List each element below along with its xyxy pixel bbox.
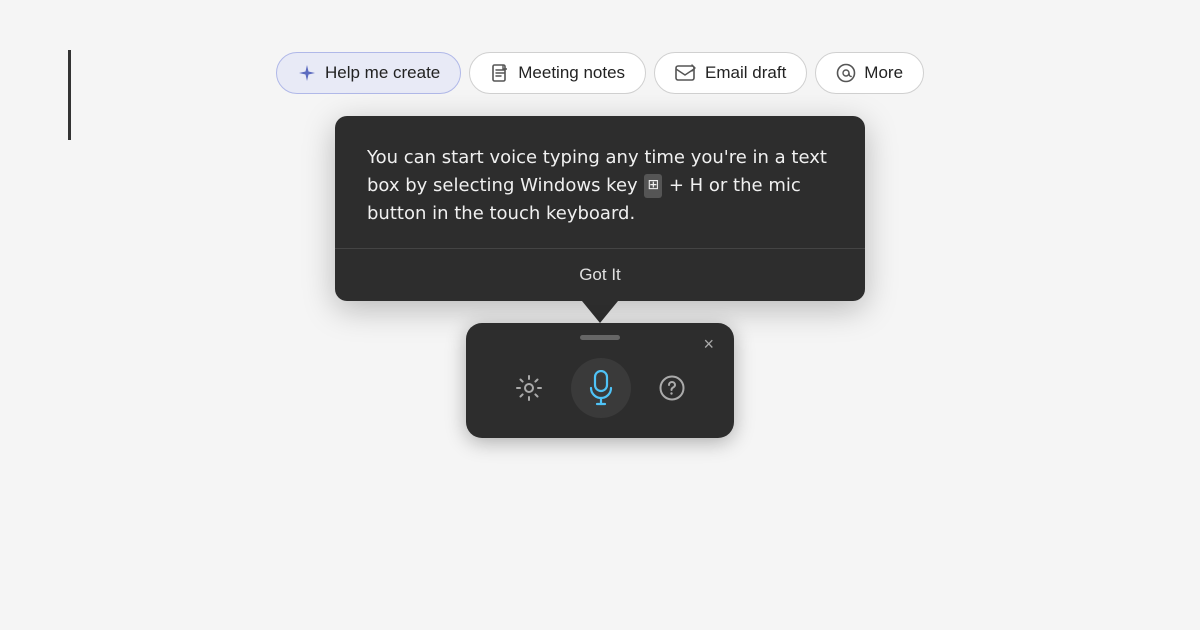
help-me-create-label: Help me create [325,63,440,83]
microphone-button[interactable] [571,358,631,418]
help-button[interactable] [659,375,685,401]
settings-button[interactable] [515,374,543,402]
meeting-notes-button[interactable]: Meeting notes [469,52,646,94]
drag-handle[interactable] [580,335,620,340]
email-icon [675,63,697,83]
sparkle-icon [297,63,317,83]
text-cursor [68,50,71,140]
meeting-notes-label: Meeting notes [518,63,625,83]
windows-key-icon: ⊞ [644,174,662,198]
microphone-icon [587,370,615,406]
email-draft-button[interactable]: Email draft [654,52,807,94]
at-icon [836,63,856,83]
gear-icon [515,374,543,402]
document-icon [490,63,510,83]
help-icon [659,375,685,401]
more-label: More [864,63,903,83]
voice-controls [482,358,718,418]
got-it-button[interactable]: Got It [367,249,833,301]
tooltip-text: You can start voice typing any time you'… [367,144,833,228]
email-draft-label: Email draft [705,63,786,83]
close-button[interactable]: × [699,333,718,355]
help-me-create-button[interactable]: Help me create [276,52,461,94]
toolbar: Help me create Meeting notes Email draft [276,52,924,94]
tooltip-arrow [582,301,618,323]
tooltip-container: You can start voice typing any time you'… [335,116,865,438]
tooltip-bubble: You can start voice typing any time you'… [335,116,865,301]
more-button[interactable]: More [815,52,924,94]
widget-top-bar: × [482,335,718,340]
voice-typing-widget: × [466,323,734,438]
